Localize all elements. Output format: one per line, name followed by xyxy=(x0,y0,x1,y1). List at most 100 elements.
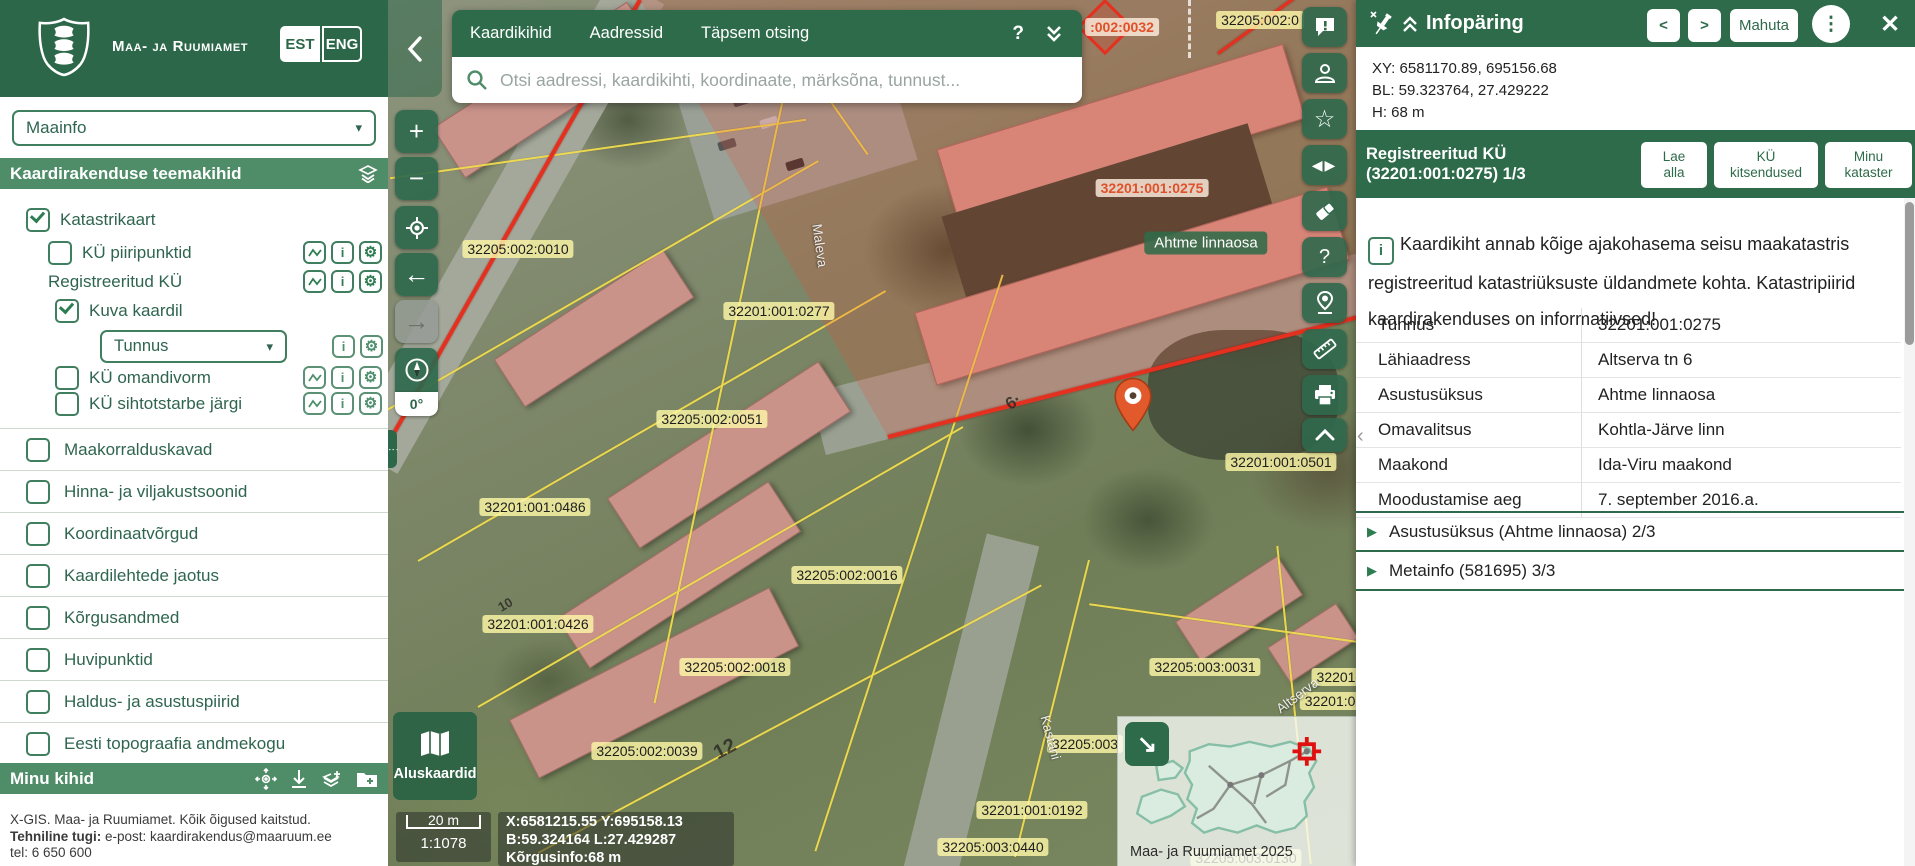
add-folder-icon[interactable] xyxy=(356,770,378,788)
download-button[interactable]: Laealla xyxy=(1641,142,1707,188)
print-button[interactable] xyxy=(1302,375,1347,415)
scale-bar: 20 m xyxy=(406,815,481,829)
ku-piiripunktid-checkbox[interactable] xyxy=(48,241,72,265)
katastrikaart-checkbox[interactable] xyxy=(26,208,50,232)
layer-label: Kõrgusandmed xyxy=(64,608,179,628)
accordion-section-1[interactable]: ▶Metainfo (581695) 3/3 xyxy=(1356,552,1915,591)
info-icon[interactable]: i xyxy=(331,392,354,415)
layer-checkbox[interactable] xyxy=(26,480,50,504)
gear-icon[interactable]: ⚙ xyxy=(359,270,382,293)
panel-scrollbar-thumb[interactable] xyxy=(1905,202,1914,345)
search-tab-1[interactable]: Aadressid xyxy=(590,24,663,43)
collapse-search-icon[interactable] xyxy=(1044,24,1064,44)
pushpin-icon[interactable] xyxy=(1368,9,1398,39)
layer-checkbox[interactable] xyxy=(26,648,50,672)
map-icon xyxy=(418,730,452,760)
basemap-button[interactable]: Aluskaardid xyxy=(393,712,477,800)
my-cadastre-button[interactable]: Minukataster xyxy=(1825,142,1912,188)
tree-item-katastrikaart[interactable]: Katastrikaart xyxy=(26,208,155,232)
kuva-kaardil-label: Kuva kaardil xyxy=(89,301,183,321)
ku-omandivorm-label: KÜ omandivorm xyxy=(89,368,211,388)
layer-checkbox[interactable] xyxy=(26,564,50,588)
collapse-sidebar-button[interactable] xyxy=(388,0,442,97)
ku-omandivorm-checkbox[interactable] xyxy=(55,366,79,390)
gear-icon[interactable]: ⚙ xyxy=(359,392,382,415)
user-button[interactable] xyxy=(1302,53,1347,93)
measure-button[interactable] xyxy=(1302,329,1347,369)
sidebar-layer-row[interactable]: Hinna- ja viljakustsoonid xyxy=(0,471,388,513)
search-tab-0[interactable]: Kaardikihid xyxy=(470,24,552,43)
rotation-value[interactable]: 0° xyxy=(395,392,438,416)
restrictions-button[interactable]: KÜkitsendused xyxy=(1714,142,1818,188)
sidebar-layer-row[interactable]: Kõrgusandmed xyxy=(0,597,388,639)
close-panel-icon[interactable]: ✕ xyxy=(1880,10,1900,39)
gear-icon[interactable]: ⚙ xyxy=(360,335,383,358)
help-icon[interactable]: ? xyxy=(1012,23,1024,45)
pin-coordinates-button[interactable] xyxy=(1302,283,1347,323)
swipe-compare-button[interactable]: ◀▶ xyxy=(1302,145,1347,185)
legend-icon[interactable] xyxy=(303,392,326,415)
layer-checkbox[interactable] xyxy=(26,606,50,630)
ku-sihtotstarbe-label: KÜ sihtotstarbe järgi xyxy=(89,394,242,414)
pan-to-layers-icon[interactable] xyxy=(255,768,277,790)
attribute-name: Tunnus xyxy=(1356,315,1581,335)
ku-sihtotstarbe-checkbox[interactable] xyxy=(55,392,79,416)
collapse-toolbar-button[interactable] xyxy=(1302,418,1347,452)
expand-all-layers-icon[interactable] xyxy=(358,165,378,183)
next-result-button[interactable]: > xyxy=(1688,9,1721,42)
tree-item-ku-sihtotstarbe[interactable]: KÜ sihtotstarbe järgi xyxy=(55,392,242,416)
app-mode-select[interactable]: Maainfo ▾ xyxy=(12,110,376,146)
info-icon[interactable]: i xyxy=(331,241,354,264)
legend-icon[interactable] xyxy=(303,270,326,293)
sidebar-resize-handle[interactable]: ⋮ xyxy=(388,430,397,468)
map-help-button[interactable]: ? xyxy=(1302,237,1347,277)
fit-button[interactable]: Mahuta xyxy=(1730,9,1798,42)
tunnus-select[interactable]: Tunnus ▾ xyxy=(100,330,287,363)
eraser-button[interactable] xyxy=(1302,191,1347,231)
add-layers-icon[interactable] xyxy=(321,769,343,789)
prev-result-button[interactable]: < xyxy=(1647,9,1680,42)
search-tab-2[interactable]: Täpsem otsing xyxy=(701,24,809,43)
locate-button[interactable] xyxy=(395,206,438,249)
info-icon[interactable]: i xyxy=(332,335,355,358)
sidebar-layer-row[interactable]: Huvipunktid xyxy=(0,639,388,681)
gear-icon[interactable]: ⚙ xyxy=(359,366,382,389)
feedback-button[interactable] xyxy=(1302,7,1347,47)
sidebar-layer-row[interactable]: Koordinaatvõrgud xyxy=(0,513,388,555)
sidebar-layer-row[interactable]: Maakorralduskavad xyxy=(0,428,388,471)
layer-checkbox[interactable] xyxy=(26,690,50,714)
tree-item-kuva-kaardil[interactable]: Kuva kaardil xyxy=(55,299,183,323)
info-icon[interactable]: i xyxy=(331,366,354,389)
history-back-button[interactable]: ← xyxy=(395,253,438,296)
minimap-toggle-button[interactable]: ↘ xyxy=(1125,722,1169,766)
sidebar-layer-row[interactable]: Kaardilehtede jaotus xyxy=(0,555,388,597)
layer-checkbox[interactable] xyxy=(26,438,50,462)
parcel-label: 32201:001:0501 xyxy=(1225,453,1336,471)
layer-checkbox[interactable] xyxy=(26,522,50,546)
kuva-kaardil-checkbox[interactable] xyxy=(55,299,79,323)
favorites-button[interactable]: ☆ xyxy=(1302,99,1347,139)
download-layer-icon[interactable] xyxy=(290,769,308,789)
legend-icon[interactable] xyxy=(303,241,326,264)
tree-item-ku-piiripunktid[interactable]: KÜ piiripunktid xyxy=(48,241,192,265)
language-est-button[interactable]: EST xyxy=(280,26,320,62)
layer-checkbox[interactable] xyxy=(26,732,50,756)
tree-item-ku-omandivorm[interactable]: KÜ omandivorm xyxy=(55,366,211,390)
more-options-button[interactable]: ⋮ xyxy=(1812,5,1850,43)
panel-edge-collapse-icon[interactable]: ‹ xyxy=(1357,425,1364,448)
zoom-in-button[interactable]: + xyxy=(395,110,438,153)
search-input[interactable] xyxy=(498,69,1068,92)
gear-icon[interactable]: ⚙ xyxy=(359,241,382,264)
language-eng-button[interactable]: ENG xyxy=(322,26,362,62)
scale-widget: 20 m 1:1078 xyxy=(396,812,491,862)
sidebar-layer-row[interactable]: Haldus- ja asustuspiirid xyxy=(0,681,388,723)
history-forward-button[interactable]: → xyxy=(395,300,438,343)
compass-button[interactable] xyxy=(395,348,438,392)
collapse-panel-icon[interactable] xyxy=(1402,15,1418,33)
accordion-section-0[interactable]: ▶Asustusüksus (Ahtme linnaosa) 2/3 xyxy=(1356,511,1915,552)
info-icon[interactable]: i xyxy=(331,270,354,293)
sidebar-layer-row[interactable]: Eesti topograafia andmekogu xyxy=(0,723,388,765)
map-canvas[interactable]: 32205:002:001032201:001:027732205:002:00… xyxy=(388,0,1356,866)
legend-icon[interactable] xyxy=(303,366,326,389)
zoom-out-button[interactable]: − xyxy=(395,157,438,200)
